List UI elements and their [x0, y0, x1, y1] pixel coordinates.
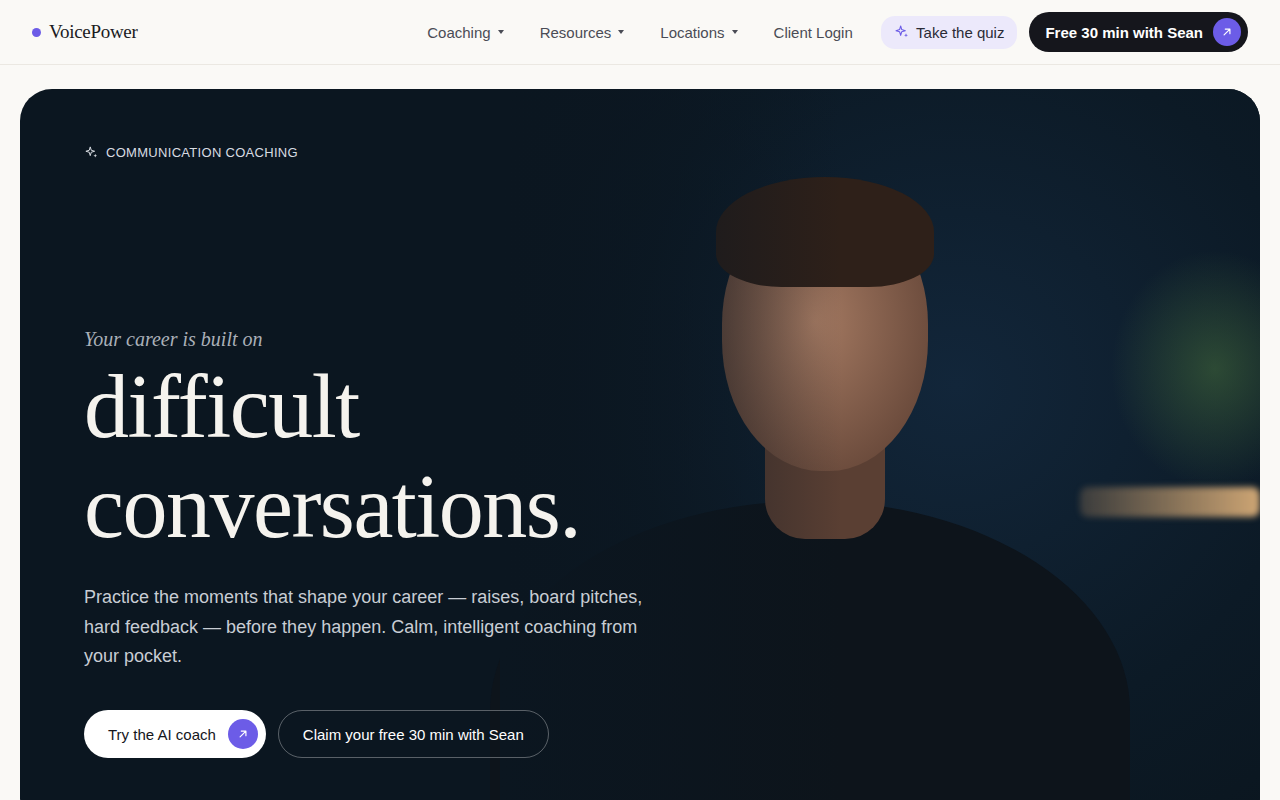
hero-body: Practice the moments that shape your car…	[84, 583, 644, 672]
hero-headline: difficultconversations.	[84, 357, 704, 557]
hero-button-label: Try the AI coach	[108, 726, 216, 743]
site-header: VoicePower Coaching Resources Locations Clie…	[0, 0, 1280, 65]
hero-card: COMMUNICATION COACHING Your career is bui…	[20, 89, 1260, 800]
caret-icon	[498, 30, 504, 34]
headline-line: conversations.	[84, 457, 704, 557]
hero-content: COMMUNICATION COACHING Your career is bui…	[20, 89, 704, 758]
nav-label: Locations	[660, 24, 724, 41]
eyebrow-label: COMMUNICATION COACHING	[106, 145, 298, 160]
arrow-icon	[1213, 18, 1241, 46]
logo-dot-icon	[32, 28, 41, 37]
main-nav: Coaching Resources Locations Client Login	[427, 24, 853, 41]
headline-line: difficult	[84, 357, 704, 457]
nav-label: Client Login	[774, 24, 853, 41]
caret-icon	[732, 30, 738, 34]
quiz-button[interactable]: Take the quiz	[881, 16, 1017, 49]
hero-button[interactable]: Claim your free 30 min with Sean	[278, 710, 549, 758]
header-actions: Take the quiz Free 30 min with Sean	[853, 12, 1248, 52]
hero-button-label: Claim your free 30 min with Sean	[303, 726, 524, 743]
eyebrow: COMMUNICATION COACHING	[84, 145, 704, 160]
caret-icon	[618, 30, 624, 34]
sparkle-icon	[84, 145, 99, 160]
cta-label: Free 30 min with Sean	[1045, 24, 1203, 41]
page: VoicePower Coaching Resources Locations Clie…	[0, 0, 1280, 800]
nav-label: Coaching	[427, 24, 490, 41]
nav-item[interactable]: Resources	[540, 24, 625, 41]
nav-item[interactable]: Locations	[660, 24, 737, 41]
nav-item[interactable]: Client Login	[774, 24, 853, 41]
hero-buttons: Try the AI coach Claim your free 30 min w…	[84, 710, 704, 758]
hero-photo	[500, 89, 1260, 800]
quiz-label: Take the quiz	[916, 24, 1004, 41]
nav-label: Resources	[540, 24, 612, 41]
hero-button[interactable]: Try the AI coach	[84, 710, 266, 758]
hero-intro: Your career is built on	[84, 328, 704, 351]
cta-button[interactable]: Free 30 min with Sean	[1029, 12, 1248, 52]
sparkle-icon	[894, 24, 910, 40]
nav-item[interactable]: Coaching	[427, 24, 503, 41]
brand-name: VoicePower	[49, 21, 137, 43]
arrow-icon	[228, 719, 258, 749]
brand-logo[interactable]: VoicePower	[32, 21, 427, 43]
photo-fade	[500, 89, 1260, 800]
